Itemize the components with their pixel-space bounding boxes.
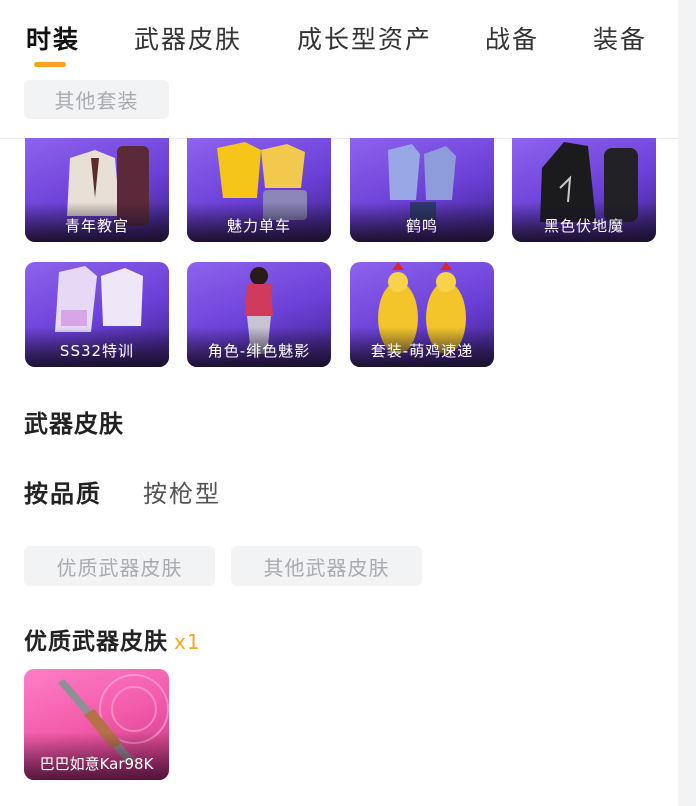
outfit-label: 角色-绯色魅影: [207, 342, 311, 360]
outfit-card[interactable]: SS32特训: [25, 262, 169, 367]
outfit-label: 套装-萌鸡速递: [370, 342, 474, 360]
tab-by-gun-type[interactable]: 按枪型: [143, 474, 221, 509]
tab-weapon-skins[interactable]: 武器皮肤: [134, 20, 242, 56]
weapon-skin-label: 巴巴如意Kar98K: [39, 755, 154, 773]
filter-chip-other-weapon-skins[interactable]: 其他武器皮肤: [231, 546, 422, 586]
outfit-label: 鹤鸣: [405, 217, 438, 235]
section-title-weapon-skins: 武器皮肤: [24, 410, 124, 438]
outfit-card[interactable]: 角色-绯色魅影: [187, 262, 331, 367]
outfit-label: SS32特训: [59, 342, 135, 360]
outfit-card[interactable]: 青年教官: [25, 138, 169, 242]
outfit-card[interactable]: 黑色伏地魔: [512, 138, 656, 242]
tab-supplies[interactable]: 战备: [485, 20, 539, 56]
tab-by-quality[interactable]: 按品质: [24, 474, 102, 509]
tab-equipment[interactable]: 装备: [593, 20, 647, 56]
outfit-card[interactable]: 魅力单车: [187, 138, 331, 242]
weapon-skin-card[interactable]: 巴巴如意Kar98K: [24, 669, 169, 780]
category-tabbar: 时装 武器皮肤 成长型资产 战备 装备: [0, 0, 678, 70]
tab-outfits[interactable]: 时装: [26, 20, 80, 56]
filter-chip-premium-weapon-skins[interactable]: 优质武器皮肤: [24, 546, 215, 586]
outfit-label: 黑色伏地魔: [543, 217, 624, 235]
group-title-text: 优质武器皮肤: [24, 629, 168, 655]
active-tab-indicator: [34, 62, 66, 67]
filter-chip-other-outfits[interactable]: 其他套装: [24, 80, 169, 119]
group-title-premium-weapon-skins: 优质武器皮肤 x1: [24, 622, 201, 656]
outfit-card[interactable]: 套装-萌鸡速递: [350, 262, 494, 367]
scrollbar-track: [678, 0, 696, 806]
outfit-card[interactable]: 鹤鸣: [350, 138, 494, 242]
outfit-label: 魅力单车: [226, 217, 291, 235]
tab-growth-assets[interactable]: 成长型资产: [297, 20, 432, 56]
outfit-label: 青年教官: [64, 217, 129, 235]
group-count-badge: x1: [174, 630, 201, 654]
